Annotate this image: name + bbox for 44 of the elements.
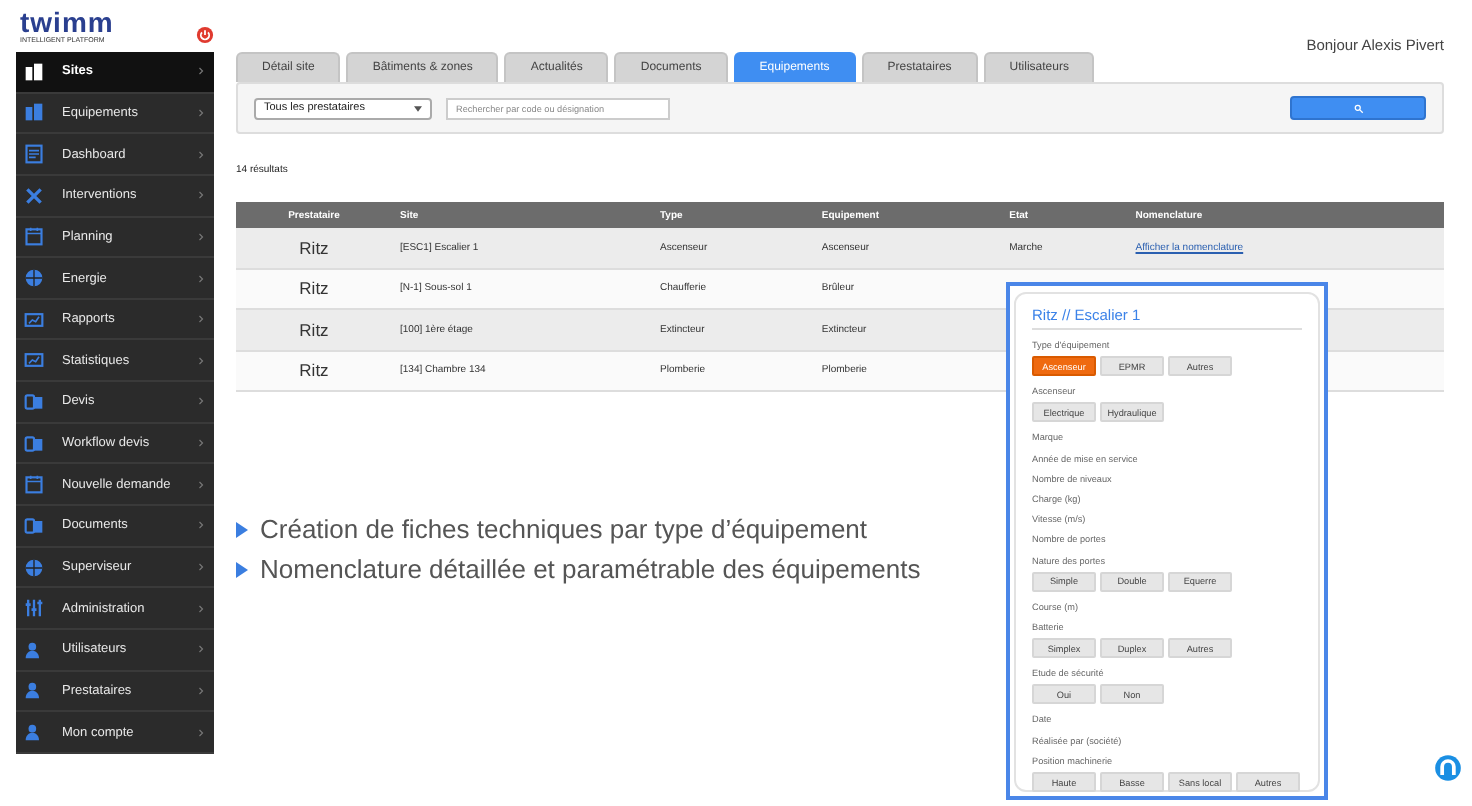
feature-text: Nomenclature détaillée et paramétrable des équipements [260,554,921,584]
chevron-icon [198,603,204,614]
chevron-icon [198,479,204,490]
chevron-icon [198,396,204,407]
caret-icon [414,105,422,111]
tools-icon [24,185,44,206]
chevron-icon [198,149,204,160]
chevron-icon [198,355,204,366]
user-icon [24,722,44,743]
building-icon [24,61,44,82]
brand-icon [1434,754,1462,782]
chevron-icon [198,644,204,655]
logo-wordmark: twimm [20,8,114,36]
chevron-icon [198,520,204,531]
table-cell: Ritz [299,360,329,381]
power-icon[interactable] [196,26,214,44]
globe-icon [24,557,44,577]
chevron-icon [198,231,204,242]
chevron-icon [198,273,204,284]
chevron-icon [198,727,204,738]
table-cell: Ritz [299,319,329,340]
feature-text: Création de fiches techniques par type d’équipement [260,514,868,544]
chevron-icon [198,438,204,449]
chevron-icon [198,66,204,77]
calendar-icon [24,474,44,495]
chart-icon [24,350,44,371]
table-cell: Ritz [299,278,329,299]
chart-icon [24,309,44,330]
bullet-icon [236,521,248,537]
chevron-icon [198,107,204,118]
chevron-icon [198,190,204,201]
sliders-icon [24,598,44,619]
globe-icon [24,268,44,289]
document-icon [24,144,44,165]
user-icon [24,639,44,660]
chevron-icon [198,314,204,325]
user-icon [24,680,44,701]
building-icon [24,102,44,123]
search-icon [1353,103,1363,113]
table-cell: Ritz [299,237,329,258]
bullet-icon [236,561,248,577]
chevron-icon [198,685,204,696]
chevron-icon [198,562,204,572]
calendar-icon [24,226,44,247]
